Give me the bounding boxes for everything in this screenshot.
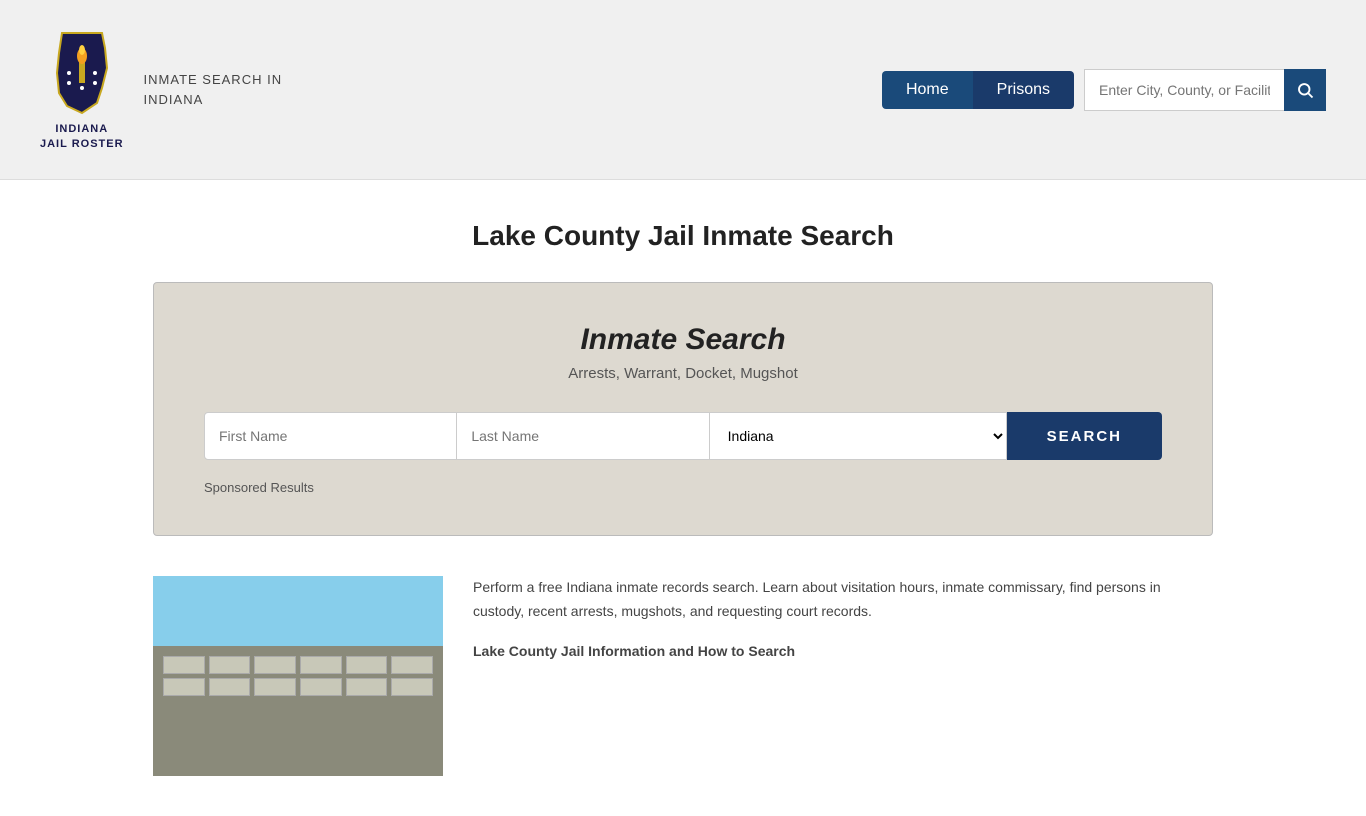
prisons-button[interactable]: Prisons <box>973 71 1074 109</box>
header-search-bar <box>1084 69 1326 111</box>
logo-container: INDIANA JAIL ROSTER <box>40 28 124 151</box>
header-nav: Home Prisons <box>882 69 1326 111</box>
jail-image <box>153 576 443 776</box>
search-icon <box>1296 81 1314 99</box>
site-header: INDIANA JAIL ROSTER INMATE SEARCH IN IND… <box>0 0 1366 180</box>
building-window <box>300 656 342 674</box>
description-subheading: Lake County Jail Information and How to … <box>473 640 1213 664</box>
state-select[interactable]: AlabamaAlaskaArizonaArkansasCaliforniaCo… <box>710 412 1007 460</box>
building-window <box>391 656 433 674</box>
search-box-subtitle: Arrests, Warrant, Docket, Mugshot <box>204 365 1162 382</box>
building-window <box>209 656 251 674</box>
first-name-input[interactable] <box>204 412 457 460</box>
building-window <box>391 678 433 696</box>
page-title: Lake County Jail Inmate Search <box>153 220 1213 252</box>
home-button[interactable]: Home <box>882 71 973 109</box>
search-fields: AlabamaAlaskaArizonaArkansasCaliforniaCo… <box>204 412 1162 460</box>
indiana-logo-icon <box>47 28 117 118</box>
building-window <box>254 678 296 696</box>
site-tagline: INMATE SEARCH IN INDIANA <box>144 70 283 109</box>
building-window <box>163 656 205 674</box>
header-search-input[interactable] <box>1084 69 1284 111</box>
building-bg <box>153 646 443 776</box>
bottom-section: Perform a free Indiana inmate records se… <box>153 576 1213 776</box>
jail-image-inner <box>153 576 443 776</box>
description-paragraph: Perform a free Indiana inmate records se… <box>473 576 1213 624</box>
building-window <box>254 656 296 674</box>
logo-text: INDIANA JAIL ROSTER <box>40 122 124 151</box>
building-window <box>300 678 342 696</box>
sponsored-results-label: Sponsored Results <box>204 480 1162 495</box>
header-search-button[interactable] <box>1284 69 1326 111</box>
building-window <box>163 678 205 696</box>
main-content: Lake County Jail Inmate Search Inmate Se… <box>133 180 1233 816</box>
building-window <box>346 678 388 696</box>
building-window <box>209 678 251 696</box>
building-windows <box>153 646 443 706</box>
sky-bg <box>153 576 443 646</box>
header-left: INDIANA JAIL ROSTER INMATE SEARCH IN IND… <box>40 28 282 151</box>
building-window <box>346 656 388 674</box>
search-button[interactable]: SEARCH <box>1007 412 1162 460</box>
search-box-title: Inmate Search <box>204 323 1162 357</box>
inmate-search-box: Inmate Search Arrests, Warrant, Docket, … <box>153 282 1213 536</box>
description-text: Perform a free Indiana inmate records se… <box>473 576 1213 679</box>
last-name-input[interactable] <box>457 412 709 460</box>
